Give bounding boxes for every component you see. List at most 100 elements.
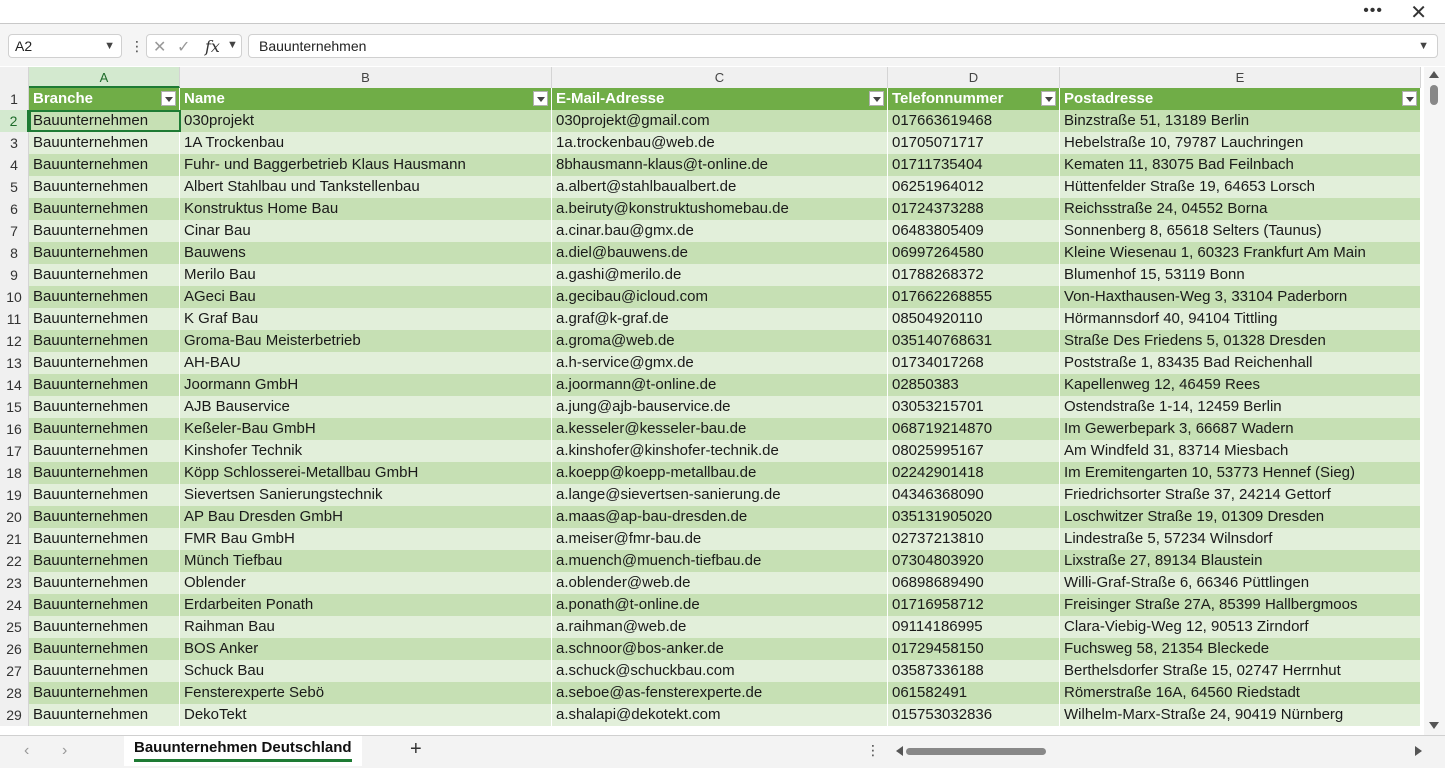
header-cell-address[interactable]: Postadresse [1060,88,1421,110]
cell-address[interactable]: Im Eremitengarten 10, 53773 Hennef (Sieg… [1060,462,1421,484]
scroll-up-icon[interactable] [1429,71,1439,78]
cell-email[interactable]: a.joormann@t-online.de [552,374,888,396]
cell-branche[interactable]: Bauunternehmen [29,308,180,330]
cell-branche[interactable]: Bauunternehmen [29,506,180,528]
cell-name[interactable]: Sievertsen Sanierungstechnik [180,484,552,506]
cell-phone[interactable]: 01711735404 [888,154,1060,176]
cell-email[interactable]: a.raihman@web.de [552,616,888,638]
row-header[interactable]: 12 [0,330,29,352]
cell-branche[interactable]: Bauunternehmen [29,638,180,660]
row-header[interactable]: 5 [0,176,29,198]
cell-name[interactable]: Bauwens [180,242,552,264]
cell-email[interactable]: a.oblender@web.de [552,572,888,594]
cell-name[interactable]: Oblender [180,572,552,594]
cell-email[interactable]: a.gecibau@icloud.com [552,286,888,308]
cell-branche[interactable]: Bauunternehmen [29,198,180,220]
row-header[interactable]: 17 [0,440,29,462]
row-header[interactable]: 14 [0,374,29,396]
cell-name[interactable]: Konstruktus Home Bau [180,198,552,220]
previous-sheet-icon[interactable]: ‹ [24,742,29,760]
next-sheet-icon[interactable]: › [62,742,67,760]
row-header[interactable]: 24 [0,594,29,616]
header-cell-email[interactable]: E-Mail-Adresse [552,88,888,110]
sheet-tab-active[interactable]: Bauunternehmen Deutschland [124,736,362,766]
row-header[interactable]: 23 [0,572,29,594]
cell-email[interactable]: 8bhausmann-klaus@t-online.de [552,154,888,176]
filter-dropdown-icon[interactable] [869,91,884,106]
cell-email[interactable]: a.maas@ap-bau-dresden.de [552,506,888,528]
cell-branche[interactable]: Bauunternehmen [29,396,180,418]
cell-email[interactable]: a.groma@web.de [552,330,888,352]
cell-address[interactable]: Im Gewerbepark 3, 66687 Wadern [1060,418,1421,440]
cell-branche[interactable]: Bauunternehmen [29,242,180,264]
cell-branche[interactable]: Bauunternehmen [29,462,180,484]
cell-name[interactable]: Schuck Bau [180,660,552,682]
cell-email[interactable]: a.h-service@gmx.de [552,352,888,374]
row-header[interactable]: 15 [0,396,29,418]
cell-email[interactable]: a.kesseler@kesseler-bau.de [552,418,888,440]
column-header-a[interactable]: A [29,67,180,88]
cell-name[interactable]: Fensterexperte Sebö [180,682,552,704]
vertical-more-icon[interactable]: ⋮ [866,742,880,759]
cell-address[interactable]: Poststraße 1, 83435 Bad Reichenhall [1060,352,1421,374]
row-header[interactable]: 21 [0,528,29,550]
scroll-thumb[interactable] [1430,85,1438,105]
cell-phone[interactable]: 01716958712 [888,594,1060,616]
cell-address[interactable]: Kapellenweg 12, 46459 Rees [1060,374,1421,396]
cell-branche[interactable]: Bauunternehmen [29,660,180,682]
name-box[interactable]: A2 ▼ [8,34,122,58]
row-header-1[interactable]: 1 [0,88,29,110]
add-sheet-button[interactable]: + [410,738,422,761]
cell-address[interactable]: Willi-Graf-Straße 6, 66346 Püttlingen [1060,572,1421,594]
cell-address[interactable]: Kematen 11, 83075 Bad Feilnbach [1060,154,1421,176]
cell-name[interactable]: Groma-Bau Meisterbetrieb [180,330,552,352]
column-header-b[interactable]: B [180,67,552,88]
expand-formula-icon[interactable]: ▼ [1418,35,1429,57]
cell-phone[interactable]: 01729458150 [888,638,1060,660]
cell-phone[interactable]: 02850383 [888,374,1060,396]
cell-address[interactable]: Loschwitzer Straße 19, 01309 Dresden [1060,506,1421,528]
cell-email[interactable]: a.koepp@koepp-metallbau.de [552,462,888,484]
cell-phone[interactable]: 035131905020 [888,506,1060,528]
cell-branche[interactable]: Bauunternehmen [29,374,180,396]
close-icon[interactable]: ✕ [1410,0,1427,25]
cell-name[interactable]: Cinar Bau [180,220,552,242]
cell-phone[interactable]: 061582491 [888,682,1060,704]
cell-phone[interactable]: 02737213810 [888,528,1060,550]
cell-address[interactable]: Straße Des Friedens 5, 01328 Dresden [1060,330,1421,352]
cell-email[interactable]: a.cinar.bau@gmx.de [552,220,888,242]
row-header[interactable]: 4 [0,154,29,176]
row-header[interactable]: 26 [0,638,29,660]
cell-phone[interactable]: 08025995167 [888,440,1060,462]
row-header[interactable]: 25 [0,616,29,638]
cell-name[interactable]: Joormann GmbH [180,374,552,396]
cell-name[interactable]: AGeci Bau [180,286,552,308]
row-header[interactable]: 28 [0,682,29,704]
horizontal-scrollbar[interactable] [894,744,1424,758]
cell-address[interactable]: Sonnenberg 8, 65618 Selters (Taunus) [1060,220,1421,242]
cell-address[interactable]: Wilhelm-Marx-Straße 24, 90419 Nürnberg [1060,704,1421,726]
cell-name[interactable]: Erdarbeiten Ponath [180,594,552,616]
cell-email[interactable]: 1a.trockenbau@web.de [552,132,888,154]
cell-branche[interactable]: Bauunternehmen [29,418,180,440]
cell-address[interactable]: Von-Haxthausen-Weg 3, 33104 Paderborn [1060,286,1421,308]
cell-address[interactable]: Kleine Wiesenau 1, 60323 Frankfurt Am Ma… [1060,242,1421,264]
cell-name[interactable]: BOS Anker [180,638,552,660]
cell-phone[interactable]: 09114186995 [888,616,1060,638]
cell-phone[interactable]: 017663619468 [888,110,1060,132]
cell-address[interactable]: Lindestraße 5, 57234 Wilnsdorf [1060,528,1421,550]
scroll-down-icon[interactable] [1429,722,1439,729]
cell-name[interactable]: Albert Stahlbau und Tankstellenbau [180,176,552,198]
row-header[interactable]: 18 [0,462,29,484]
cell-address[interactable]: Blumenhof 15, 53119 Bonn [1060,264,1421,286]
cell-email[interactable]: 030projekt@gmail.com [552,110,888,132]
cell-phone[interactable]: 02242901418 [888,462,1060,484]
cell-phone[interactable]: 03053215701 [888,396,1060,418]
cell-name[interactable]: Merilo Bau [180,264,552,286]
cell-address[interactable]: Hebelstraße 10, 79787 Lauchringen [1060,132,1421,154]
spreadsheet-grid[interactable]: Branche Name E-Mail-Adresse Telefonnumme… [29,88,1421,735]
cell-branche[interactable]: Bauunternehmen [29,528,180,550]
cell-address[interactable]: Fuchsweg 58, 21354 Bleckede [1060,638,1421,660]
row-header[interactable]: 2 [0,110,29,132]
header-cell-branche[interactable]: Branche [29,88,180,110]
